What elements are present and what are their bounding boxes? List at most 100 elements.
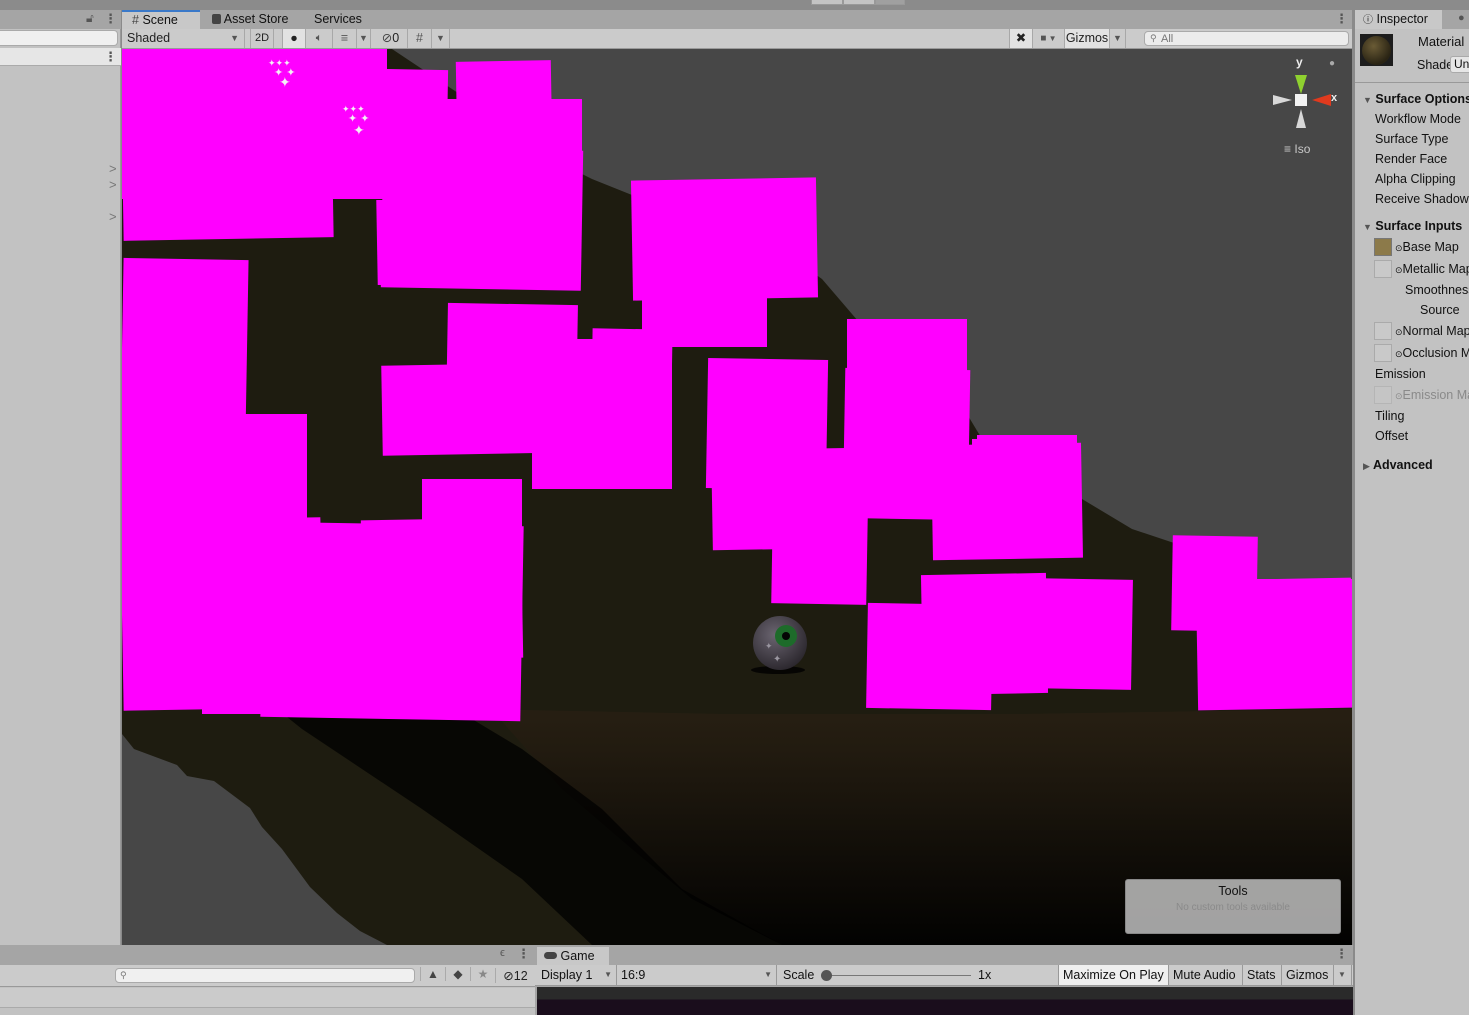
tab-scene[interactable]: # Scene xyxy=(122,10,200,29)
shader-dropdown[interactable]: Un xyxy=(1450,56,1469,73)
scale-value: 1x xyxy=(978,968,992,982)
step-button[interactable] xyxy=(875,0,905,5)
aspect-dropdown[interactable]: 16:9 ▼ xyxy=(617,965,777,985)
property-emission-map: ⊙Emission Map xyxy=(1395,388,1469,402)
grid-dropdown-icon[interactable]: ▼ xyxy=(432,29,450,48)
game-kebab-menu-icon[interactable]: ⋮ xyxy=(1335,946,1348,962)
scene-visibility-toggle[interactable]: ⊘0 xyxy=(374,29,408,48)
object-picker-icon[interactable]: ⊙ xyxy=(1395,327,1403,337)
section-surface-options[interactable]: ▼ Surface Options xyxy=(1363,92,1469,106)
object-picker-icon[interactable]: ⊙ xyxy=(1395,349,1403,359)
scene-render: ✦✦✦ ✦ ✦ ✦ ✦✦✦ ✦ ✦ ✦ ✦ ✦ xyxy=(122,49,1352,945)
expand-arrow-icon[interactable]: > xyxy=(109,177,117,192)
project-tab-bar: ϵ ⋮ xyxy=(0,945,535,965)
projection-toggle[interactable]: ≡ Iso xyxy=(1284,142,1310,156)
pause-button[interactable] xyxy=(843,0,875,5)
base-map-texture-slot[interactable] xyxy=(1374,238,1392,256)
scale-slider-track[interactable] xyxy=(826,975,971,976)
maximize-on-play-toggle[interactable]: Maximize On Play xyxy=(1058,965,1169,985)
play-button[interactable] xyxy=(811,0,843,5)
bag-icon xyxy=(212,14,221,24)
grid-snap-icon[interactable]: # xyxy=(408,29,432,48)
gamepad-icon xyxy=(544,952,557,959)
gizmos-dropdown-icon[interactable]: ▼ xyxy=(1110,29,1126,48)
hidden-eye-icon: ⊘ xyxy=(503,969,514,983)
mute-audio-toggle[interactable]: Mute Audio xyxy=(1169,965,1243,985)
tab-game[interactable]: Game xyxy=(537,947,609,965)
audio-toggle-icon[interactable]: 🔈︎ xyxy=(306,29,333,48)
tab-services[interactable]: Services xyxy=(304,10,374,29)
camera-dropdown[interactable]: ■ ▼ xyxy=(1033,29,1065,48)
section-title: Surface Inputs xyxy=(1375,219,1463,233)
scene-search-field[interactable]: ⚲ xyxy=(1144,31,1349,46)
property-receive-shadows: Receive Shadows xyxy=(1375,192,1469,206)
hidden-count: 12 xyxy=(513,969,528,983)
expand-arrow-icon[interactable]: > xyxy=(109,209,117,224)
scene-kebab-menu-icon[interactable]: ⋮ xyxy=(1335,11,1348,27)
section-surface-inputs[interactable]: ▼ Surface Inputs xyxy=(1363,219,1462,233)
missing-material-quad xyxy=(642,227,767,347)
inspector-panel: ⓘ Inspector ● Material Shader Un ▼ Surfa… xyxy=(1353,10,1469,1015)
normal-map-texture-slot[interactable] xyxy=(1374,322,1392,340)
emission-map-texture-slot xyxy=(1374,386,1392,404)
expanded-triangle-icon: ▼ xyxy=(1363,95,1372,105)
scene-search-input[interactable] xyxy=(1161,32,1341,45)
toggle-2d-button[interactable]: 2D xyxy=(250,29,274,48)
tools-overlay: Tools No custom tools available xyxy=(1125,879,1341,934)
hidden-count: 0 xyxy=(392,31,400,45)
stats-toggle[interactable]: Stats xyxy=(1243,965,1282,985)
favorites-star-icon[interactable]: ★ xyxy=(470,967,495,981)
tab-inspector[interactable]: ⓘ Inspector xyxy=(1355,10,1442,29)
occlusion-map-texture-slot[interactable] xyxy=(1374,344,1392,362)
tools-overlay-title: Tools xyxy=(1218,884,1248,898)
scene-viewport[interactable]: ✦✦✦ ✦ ✦ ✦ ✦✦✦ ✦ ✦ ✦ ✦ ✦ y x ● ≡ Iso Tool… xyxy=(122,49,1352,945)
chevron-down-icon: ▼ xyxy=(1046,34,1057,43)
hierarchy-scene-row[interactable]: ⋮ xyxy=(0,48,121,66)
lock-icon[interactable]: 🔓︎ xyxy=(86,11,94,26)
object-picker-icon[interactable]: ⊙ xyxy=(1395,243,1403,253)
scale-slider-thumb[interactable] xyxy=(821,970,832,981)
expand-arrow-icon[interactable]: > xyxy=(109,161,117,176)
filter-by-type-icon[interactable]: ▲ xyxy=(420,967,445,981)
game-gizmos-button[interactable]: Gizmos xyxy=(1282,965,1334,985)
missing-material-quad xyxy=(1237,579,1352,684)
property-occlusion-map: ⊙Occlusion Map xyxy=(1395,346,1469,360)
tab-asset-store[interactable]: Asset Store xyxy=(202,10,302,29)
effects-toggle-icon[interactable]: ≡ xyxy=(333,29,357,48)
hierarchy-tab-bar: 🔓︎ ⋮ xyxy=(0,10,121,29)
gizmos-button[interactable]: Gizmos xyxy=(1065,29,1110,48)
game-gizmos-dropdown-icon[interactable]: ▼ xyxy=(1334,965,1352,985)
hierarchy-search-input[interactable] xyxy=(0,30,118,46)
collapsed-triangle-icon: ▶ xyxy=(1363,461,1370,471)
hierarchy-panel: 🔓︎ ⋮ ⋮ > > > xyxy=(0,10,121,945)
lock-icon[interactable]: ϵ xyxy=(500,947,505,959)
shading-mode-dropdown[interactable]: Shaded ▼ xyxy=(122,29,245,48)
chevron-down-icon: ▼ xyxy=(764,970,772,979)
gizmo-lock-icon[interactable]: ● xyxy=(1329,58,1335,69)
material-sphere-icon xyxy=(1362,36,1391,65)
section-advanced[interactable]: ▶ Advanced xyxy=(1363,458,1433,472)
kebab-menu-icon[interactable]: ⋮ xyxy=(517,946,530,962)
hidden-packages-toggle[interactable]: ⊘12 xyxy=(495,968,535,983)
project-search-input[interactable] xyxy=(130,969,410,982)
lighting-tab-icon[interactable]: ● xyxy=(1458,12,1465,24)
scene-tab-bar: # Scene Asset Store Services ⋮ xyxy=(122,10,1352,29)
lighting-toggle-icon[interactable]: ● xyxy=(282,29,306,48)
game-view-render[interactable] xyxy=(537,987,1353,1015)
property-workflow-mode: Workflow Mode xyxy=(1375,112,1461,126)
kebab-menu-icon[interactable]: ⋮ xyxy=(104,11,117,27)
tools-toggle-icon[interactable]: ✖ xyxy=(1009,29,1033,48)
project-search-field[interactable]: ⚲ xyxy=(115,968,415,983)
filter-by-label-icon[interactable]: ◆ xyxy=(445,967,470,981)
gizmo-x-label[interactable]: x xyxy=(1331,92,1337,104)
tab-game-label: Game xyxy=(560,949,595,963)
tab-scene-label: Scene xyxy=(142,13,178,27)
display-dropdown[interactable]: Display 1 ▼ xyxy=(537,965,617,985)
object-picker-icon[interactable]: ⊙ xyxy=(1395,265,1403,275)
metallic-map-texture-slot[interactable] xyxy=(1374,260,1392,278)
gizmo-center-cube xyxy=(1295,94,1307,106)
property-source: Source xyxy=(1420,303,1460,317)
missing-material-quad xyxy=(376,197,498,286)
scene-menu-icon[interactable]: ⋮ xyxy=(104,49,117,65)
effects-dropdown-icon[interactable]: ▼ xyxy=(357,29,371,48)
